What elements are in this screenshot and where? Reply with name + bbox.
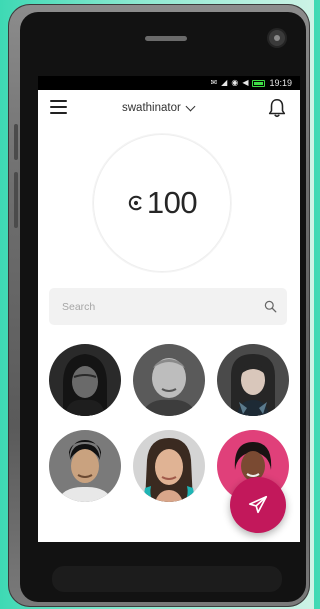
hamburger-icon[interactable] xyxy=(50,100,67,114)
app-screen: ✉ ◢ ◉ ◀ 19:19 swathinator 100 xyxy=(38,76,300,542)
send-button[interactable] xyxy=(230,477,286,533)
mail-icon: ✉ xyxy=(210,78,218,87)
account-switcher[interactable]: swathinator xyxy=(122,100,196,116)
status-time: 19:19 xyxy=(269,78,292,88)
coin-icon xyxy=(128,195,142,211)
contact-avatar[interactable] xyxy=(217,344,289,416)
volume-button xyxy=(14,124,18,160)
app-header: swathinator xyxy=(38,90,300,128)
phone-chin xyxy=(52,566,282,592)
front-camera xyxy=(269,30,285,46)
account-name: swathinator xyxy=(122,102,181,114)
contact-avatar[interactable] xyxy=(133,344,205,416)
wifi-icon: ◉ xyxy=(231,78,239,87)
bell-icon[interactable] xyxy=(266,97,288,119)
search-input[interactable] xyxy=(60,299,254,314)
contact-avatar[interactable] xyxy=(133,430,205,502)
volume-icon: ◀ xyxy=(242,78,249,87)
chevron-down-icon xyxy=(185,101,196,111)
balance-display: 100 xyxy=(93,134,231,272)
status-bar: ✉ ◢ ◉ ◀ 19:19 xyxy=(38,76,300,90)
send-icon xyxy=(248,495,268,514)
signal-icon: ◢ xyxy=(221,78,228,87)
balance-amount: 100 xyxy=(146,185,198,220)
contact-avatar[interactable] xyxy=(49,430,121,502)
contact-avatar[interactable] xyxy=(49,344,121,416)
battery-icon xyxy=(252,79,266,87)
search-icon[interactable] xyxy=(264,300,277,313)
side-button xyxy=(14,172,18,228)
earpiece-speaker xyxy=(145,36,187,41)
search-bar xyxy=(49,288,287,325)
